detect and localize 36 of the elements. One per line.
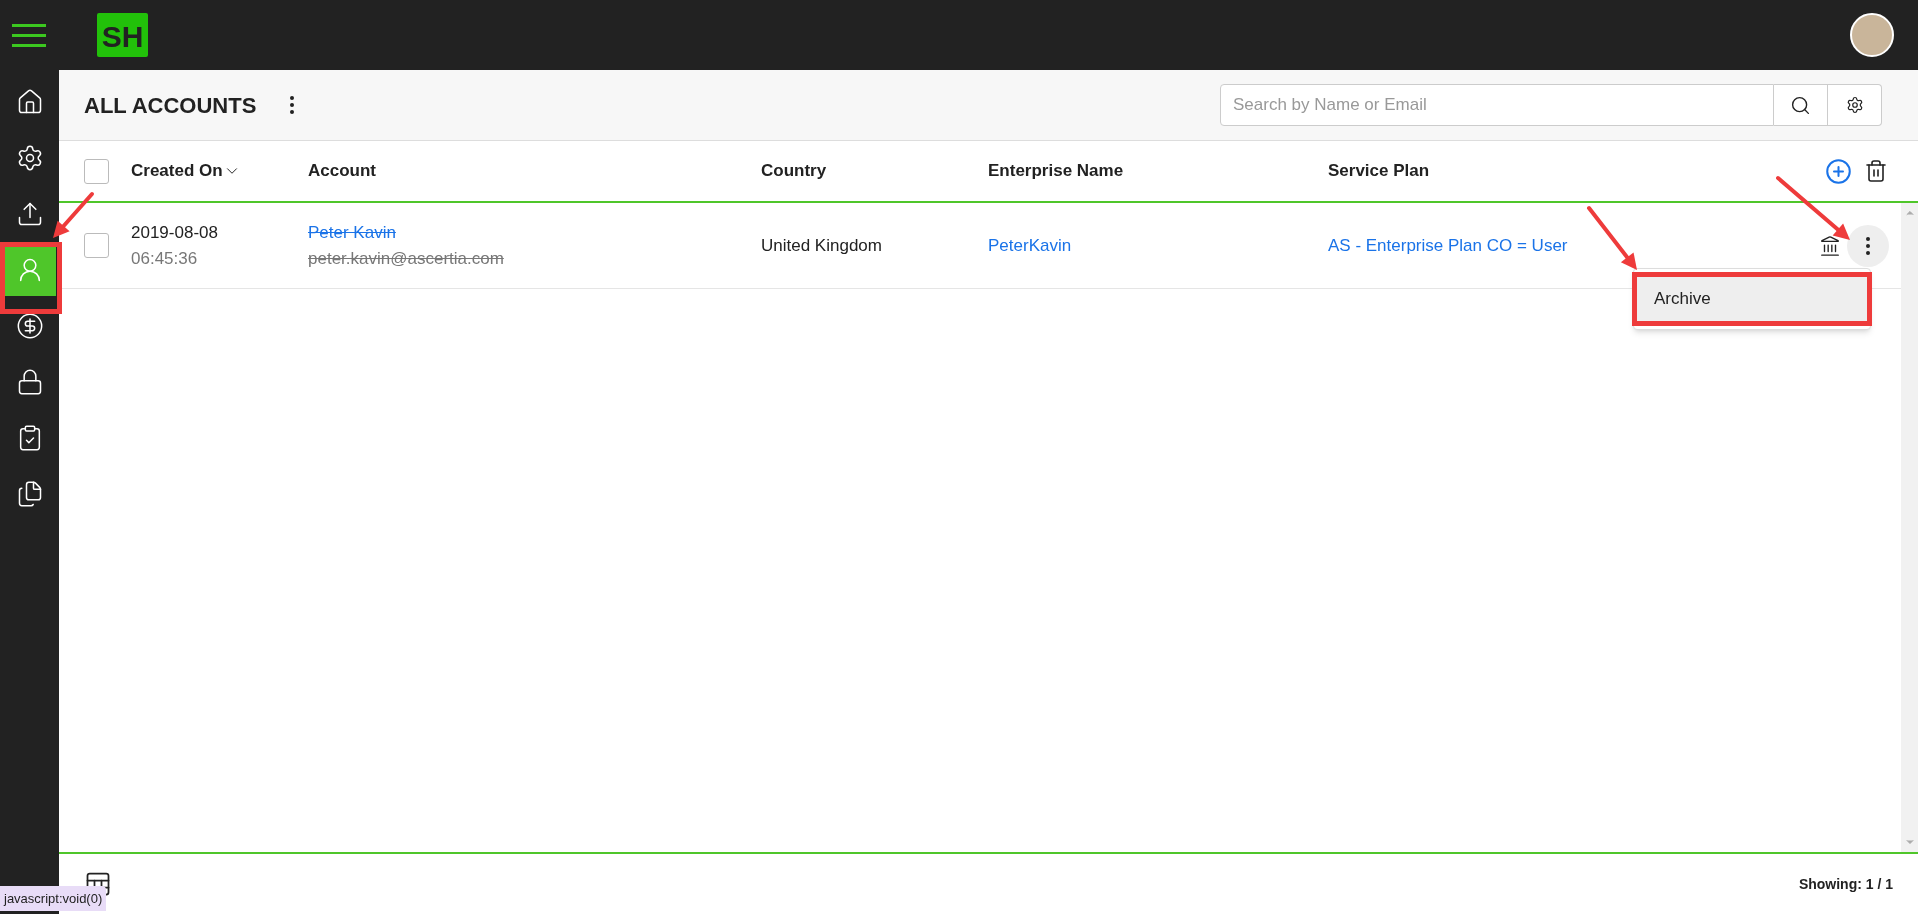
annotation-arrow — [1587, 206, 1637, 270]
annotation-arrow — [53, 192, 94, 238]
status-tooltip: javascript:void(0) — [0, 885, 107, 911]
enterprise-link[interactable]: PeterKavin — [988, 232, 1328, 259]
account-email: peter.kavin@ascertia.com — [308, 247, 505, 270]
settings-button[interactable] — [1828, 84, 1882, 126]
account-name-link[interactable]: Peter Kavin — [308, 220, 761, 246]
row-menu-button[interactable] — [1847, 224, 1889, 267]
highlight-frame — [0, 242, 62, 314]
search-field[interactable]: Search by Name or Email — [1220, 84, 1774, 126]
showing-count: Showing: 1 / 1 — [1798, 874, 1893, 894]
add-icon[interactable] — [1825, 157, 1852, 185]
avatar[interactable] — [1850, 13, 1894, 57]
kebab-icon — [1866, 236, 1870, 255]
created-date: 2019-08-08 — [131, 222, 219, 244]
dollar-icon — [15, 312, 44, 340]
row-checkbox[interactable] — [84, 233, 109, 258]
column-header[interactable]: Service Plan — [1328, 158, 1430, 184]
bank-icon[interactable] — [1819, 234, 1841, 257]
kebab-icon — [290, 96, 295, 114]
menu-button[interactable] — [12, 23, 46, 47]
logo: SH — [97, 13, 148, 57]
column-header[interactable]: Country — [761, 158, 827, 184]
search-button[interactable] — [1774, 84, 1828, 126]
created-time: 06:45:36 — [131, 247, 199, 270]
service-plan-link[interactable]: AS - Enterprise Plan CO = User — [1328, 232, 1628, 259]
menu-item[interactable]: Archive — [1634, 274, 1870, 324]
gear-icon — [1845, 96, 1864, 114]
search-icon — [1790, 94, 1811, 116]
country-cell-text: United Kingdom — [761, 234, 883, 257]
column-header[interactable]: Account — [308, 158, 376, 184]
select-all-checkbox[interactable] — [84, 158, 109, 184]
column-header[interactable]: Enterprise Name — [988, 158, 1124, 184]
delete-icon[interactable] — [1864, 159, 1888, 183]
page-title: ALL ACCOUNTS — [84, 91, 257, 120]
column-header[interactable]: Created On — [131, 158, 241, 184]
